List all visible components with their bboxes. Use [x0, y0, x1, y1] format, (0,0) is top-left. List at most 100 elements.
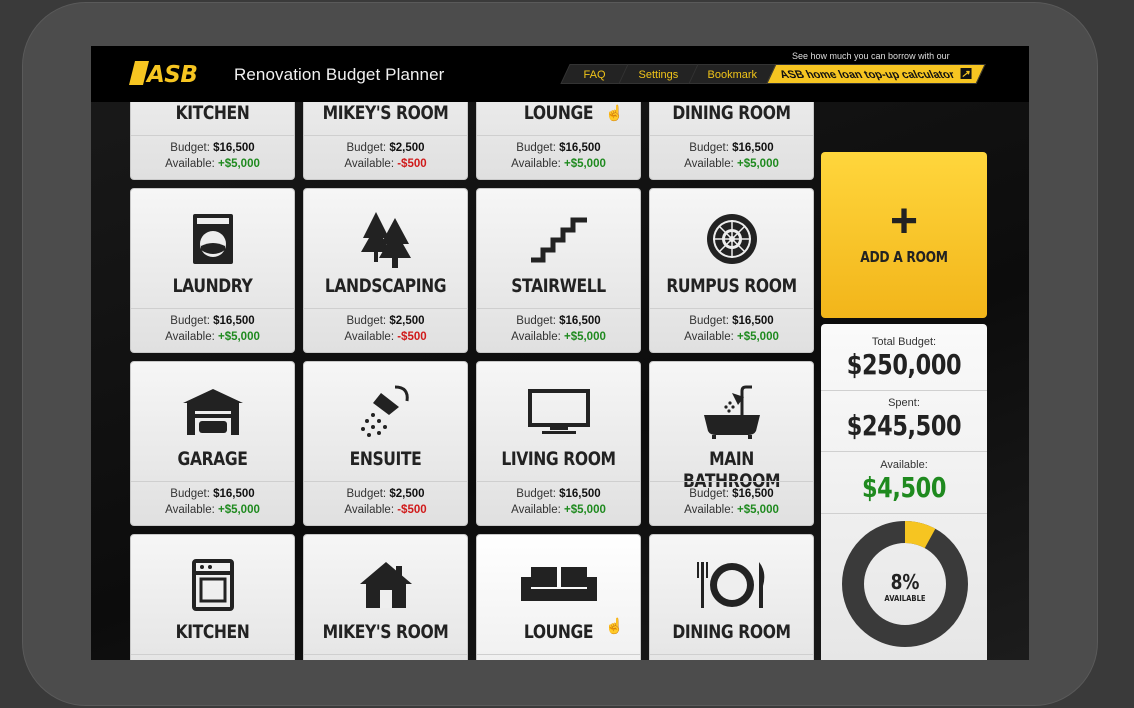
room-name: DINING ROOM: [672, 621, 791, 643]
room-name: STAIRWELL: [511, 275, 606, 297]
room-name: ENSUITE: [349, 448, 422, 470]
room-budget: Budget: $2,500: [304, 488, 467, 500]
room-card[interactable]: STAIRWELL Budget: $16,500 Available: +$5,0…: [476, 188, 641, 353]
room-card[interactable]: MAIN BATHROOM Budget: $16,500 Available: +…: [649, 361, 814, 526]
room-card[interactable]: LIVING ROOM Budget: $16,500 Available: +$5…: [476, 361, 641, 526]
room-card[interactable]: LANDSCAPING Budget: $2,500 Available: -$50…: [303, 188, 468, 353]
room-card[interactable]: LAUNDRY Budget: $16,500 Available: +$5,000: [130, 188, 295, 353]
cta-note: See how much you can borrow with our: [792, 51, 950, 61]
room-available: Available: +$5,000: [131, 504, 294, 516]
budget-prefix: Budget:: [689, 315, 733, 327]
available-value: -$500: [397, 158, 427, 170]
room-card[interactable]: LOUNGEBudget: $16,500Available: +$5,000☝: [476, 534, 641, 660]
asb-logo[interactable]: ASB: [129, 61, 217, 85]
room-card[interactable]: DINING ROOMBudget: $16,500Available: +$5…: [649, 534, 814, 660]
budget-prefix: Budget:: [689, 488, 733, 500]
budget-value: $16,500: [732, 315, 774, 327]
room-available: Available: -$500: [304, 158, 467, 170]
room-card[interactable]: DINING ROOMBudget: $16,500Available: +$5…: [649, 102, 814, 180]
stairs-icon: [477, 211, 640, 267]
donut-percent: 8%: [890, 570, 920, 594]
budget-prefix: Budget:: [516, 315, 560, 327]
room-available: Available: +$5,000: [131, 158, 294, 170]
card-divider: [304, 135, 467, 136]
room-name: RUMPUS ROOM: [666, 275, 797, 297]
available-value: $4,500: [861, 471, 947, 504]
loan-calculator-button[interactable]: ASB home loan top-up calculator: [766, 64, 986, 84]
room-budget: Budget: $16,500: [650, 142, 813, 154]
room-card[interactable]: MIKEY'S ROOMBudget: $2,500Available: -$5…: [303, 102, 468, 180]
available-prefix: Available:: [511, 504, 564, 516]
available-value: +$5,000: [736, 158, 779, 170]
add-room-button[interactable]: + ADD A ROOM: [821, 152, 987, 318]
card-divider: [131, 654, 294, 655]
room-budget: Budget: $16,500: [650, 488, 813, 500]
spent-value: $245,500: [846, 409, 962, 442]
room-card[interactable]: RUMPUS ROOM Budget: $16,500 Available: +$5…: [649, 188, 814, 353]
room-budget: Budget: $16,500: [477, 142, 640, 154]
trees-icon: [304, 211, 467, 268]
card-divider: [477, 654, 640, 655]
card-divider: [477, 308, 640, 309]
budget-prefix: Budget:: [516, 142, 560, 154]
room-available: Available: +$5,000: [477, 504, 640, 516]
room-card[interactable]: KITCHENBudget: $16,500Available: +$5,000: [130, 534, 295, 660]
available-value: +$5,000: [736, 331, 779, 343]
available-value: -$500: [397, 331, 427, 343]
total-budget-value: $250,000: [846, 348, 962, 381]
hand-cursor-icon: ☝: [605, 105, 624, 122]
available-value: +$5,000: [736, 504, 779, 516]
available-prefix: Available:: [165, 331, 218, 343]
external-link-icon: [959, 68, 971, 79]
room-available: Available: +$5,000: [477, 331, 640, 343]
budget-value: $2,500: [389, 142, 425, 154]
app-title: Renovation Budget Planner: [234, 65, 445, 84]
card-divider: [304, 654, 467, 655]
room-card[interactable]: MIKEY'S ROOMBudget: $2,500Available: -$5…: [303, 534, 468, 660]
dartboard-icon: [650, 211, 813, 267]
budget-prefix: Budget:: [346, 315, 390, 327]
available-prefix: Available:: [344, 504, 398, 516]
tab-bookmark[interactable]: Bookmark: [688, 64, 778, 84]
room-card[interactable]: KITCHENBudget: $16,500Available: +$5,000: [130, 102, 295, 180]
budget-value: $16,500: [559, 315, 601, 327]
room-name: LANDSCAPING: [324, 275, 447, 297]
card-divider: [650, 481, 813, 482]
card-divider: [477, 481, 640, 482]
add-room-label: ADD A ROOM: [860, 248, 948, 266]
available-prefix: Available:: [511, 158, 564, 170]
page-background: ASB Renovation Budget Planner FAQ Settin…: [0, 0, 1134, 708]
room-budget: Budget: $16,500: [477, 488, 640, 500]
room-budget: Budget: $16,500: [131, 142, 294, 154]
card-divider: [304, 308, 467, 309]
hand-cursor-icon: ☝: [605, 618, 624, 635]
room-name: GARAGE: [177, 448, 248, 470]
bathtub-icon: [650, 384, 813, 440]
budget-summary-panel: Total Budget: $250,000 Spent: $245,500 A…: [821, 324, 987, 660]
room-card[interactable]: GARAGE Budget: $16,500 Available: +$5,000: [130, 361, 295, 526]
available-label: Available:: [880, 459, 928, 471]
room-available: Available: -$500: [304, 331, 467, 343]
room-budget: Budget: $16,500: [131, 315, 294, 327]
budget-prefix: Budget:: [516, 488, 560, 500]
room-name: LAUNDRY: [172, 275, 253, 297]
room-name: MAIN BATHROOM: [682, 448, 781, 492]
available-prefix: Available:: [165, 158, 218, 170]
budget-value: $16,500: [213, 488, 255, 500]
room-available: Available: +$5,000: [650, 504, 813, 516]
available-prefix: Available:: [165, 504, 218, 516]
tab-settings[interactable]: Settings: [618, 64, 700, 84]
card-divider: [131, 308, 294, 309]
room-available: Available: +$5,000: [650, 158, 813, 170]
summary-divider: [821, 451, 987, 452]
garage-icon: [131, 384, 294, 440]
tv-icon: [477, 384, 640, 440]
summary-divider: [821, 513, 987, 514]
room-card[interactable]: LOUNGEBudget: $16,500Available: +$5,000☝: [476, 102, 641, 180]
budget-prefix: Budget:: [170, 488, 214, 500]
room-card[interactable]: ENSUITE Budget: $2,500 Available: -$500: [303, 361, 468, 526]
available-value: +$5,000: [217, 504, 260, 516]
available-value: +$5,000: [563, 158, 606, 170]
budget-value: $16,500: [732, 142, 774, 154]
card-divider: [650, 654, 813, 655]
